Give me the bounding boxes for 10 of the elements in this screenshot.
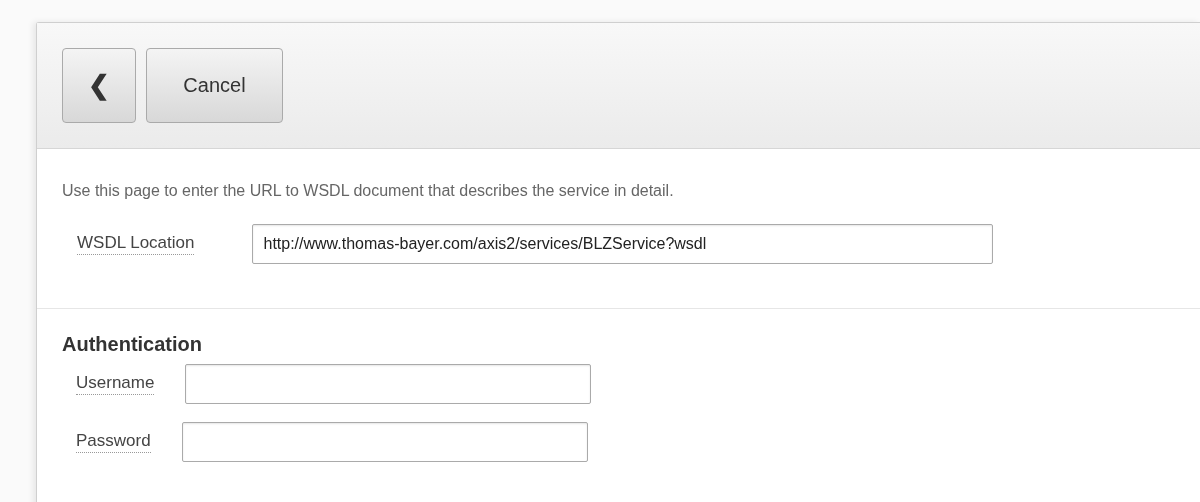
field-label: Password — [76, 431, 151, 453]
description-text: Use this page to enter the URL to WSDL document that describes the service in detail. — [62, 182, 675, 200]
field-label: WSDL Location — [77, 233, 195, 255]
input-field[interactable]: http://www.thomas-bayer.com/axis2/services/BLZService?wsdl — [252, 224, 994, 264]
field-label: Username — [76, 373, 155, 395]
section-heading: Authentication — [62, 333, 203, 356]
back-button[interactable]: ❮ — [62, 48, 136, 123]
input-field[interactable] — [185, 364, 592, 404]
input-field[interactable] — [181, 422, 588, 462]
cancel-button[interactable]: Cancel — [146, 48, 283, 123]
